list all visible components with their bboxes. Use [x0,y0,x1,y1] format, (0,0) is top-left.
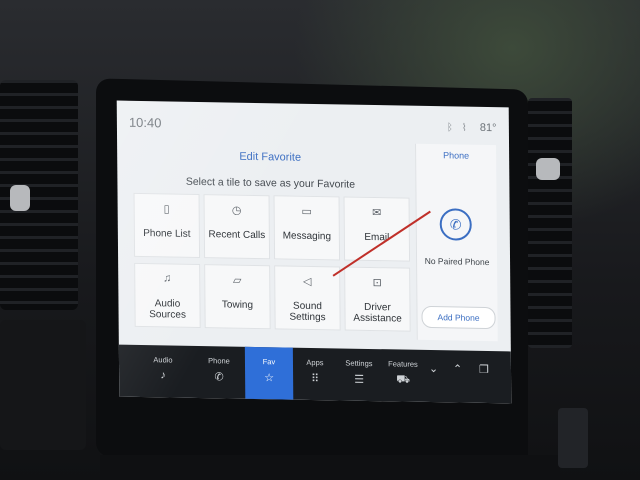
trailer-icon: ▱ [232,274,242,287]
right-vent-knob [536,158,560,180]
sliders-icon: ☰ [354,373,365,386]
nav-audio[interactable]: Audio ♪ [139,345,187,398]
phone-icon: ✆ [439,208,472,241]
nav-features[interactable]: Features ⛟ [379,349,427,402]
music-note-icon: ♪ [160,369,166,382]
right-air-vent [528,98,572,348]
nav-fav[interactable]: Fav ☆ [244,346,294,400]
infotainment-screen: 10:40 ᛒ ⌇ 81° Edit Favorite Select a til… [116,100,512,404]
tile-label: Phone List [143,228,191,240]
tile-label: Messaging [282,230,332,243]
lower-dash-trim [100,455,560,480]
favorites-panel: Edit Favorite Select a tile to save as y… [129,139,413,374]
nav-label: Phone [208,356,230,366]
phone-icon: ✆ [214,371,224,384]
nav-phone[interactable]: Phone ✆ [195,346,243,399]
tile-label: Towing [221,299,254,311]
nav-apps[interactable]: Apps ⠿ [291,348,339,401]
apps-grid-icon: ⠿ [311,372,320,386]
panel-title: Edit Favorite [239,150,302,164]
tile-label: Driver Assistance [353,301,402,325]
driver-assist-icon: ⊡ [372,277,382,290]
tile-audio-sources[interactable]: ♫ Audio Sources [134,262,201,329]
nav-label: Settings [345,358,373,369]
chevron-down-icon[interactable]: ⌄ [429,362,438,375]
clock: 10:40 [128,114,162,131]
car-icon: ⛟ [396,373,411,386]
phone-panel: Phone ✆ No Paired Phone Add Phone [415,143,498,342]
panel-subtitle: Select a tile to save as your Favorite [185,175,356,191]
window-toggle-icon[interactable]: ❐ [479,363,489,376]
phone-panel-title: Phone [443,150,470,161]
music-icon: ♫ [163,272,172,285]
dash-switch [558,408,588,468]
nav-label: Features [388,359,418,369]
nav-label: Fav [262,357,276,367]
tile-messaging[interactable]: ▭ Messaging [273,195,341,261]
tile-phone-list[interactable]: ▯ Phone List [133,192,201,259]
favorite-tile-grid: ▯ Phone List ◷ Recent Calls ▭ Messaging … [133,192,411,338]
bluetooth-icon: ᛒ [446,122,453,134]
bottom-nav-bar: Audio ♪ Phone ✆ Fav ☆ Apps ⠿ Settings ☰ … [118,344,512,404]
tile-label: Audio Sources [149,298,186,321]
tile-towing[interactable]: ▱ Towing [204,264,271,330]
star-icon: ☆ [264,372,275,385]
left-vent-knob [10,185,30,211]
tile-label: Sound Settings [289,300,326,324]
envelope-icon: ✉ [371,207,382,220]
nav-settings[interactable]: Settings ☰ [335,348,383,401]
outside-temperature: 81° [479,121,497,135]
chevron-up-icon[interactable]: ⌃ [453,362,462,375]
pairing-status: No Paired Phone [424,255,490,268]
tile-sound-settings[interactable]: ◁ Sound Settings [274,265,341,331]
phone-list-icon: ▯ [163,203,170,216]
clock-icon: ◷ [231,204,242,217]
nav-label: Apps [306,357,324,368]
lower-dash-panel [0,320,86,450]
tile-label: Email [364,231,390,244]
tile-driver-assistance[interactable]: ⊡ Driver Assistance [344,266,411,332]
speaker-icon: ◁ [302,275,312,288]
tile-label: Recent Calls [208,229,266,242]
nav-label: Audio [153,355,173,365]
message-icon: ▭ [301,205,312,218]
tile-recent-calls[interactable]: ◷ Recent Calls [203,194,271,260]
wireless-icon: ⌇ [461,122,467,134]
add-phone-button[interactable]: Add Phone [421,305,496,330]
